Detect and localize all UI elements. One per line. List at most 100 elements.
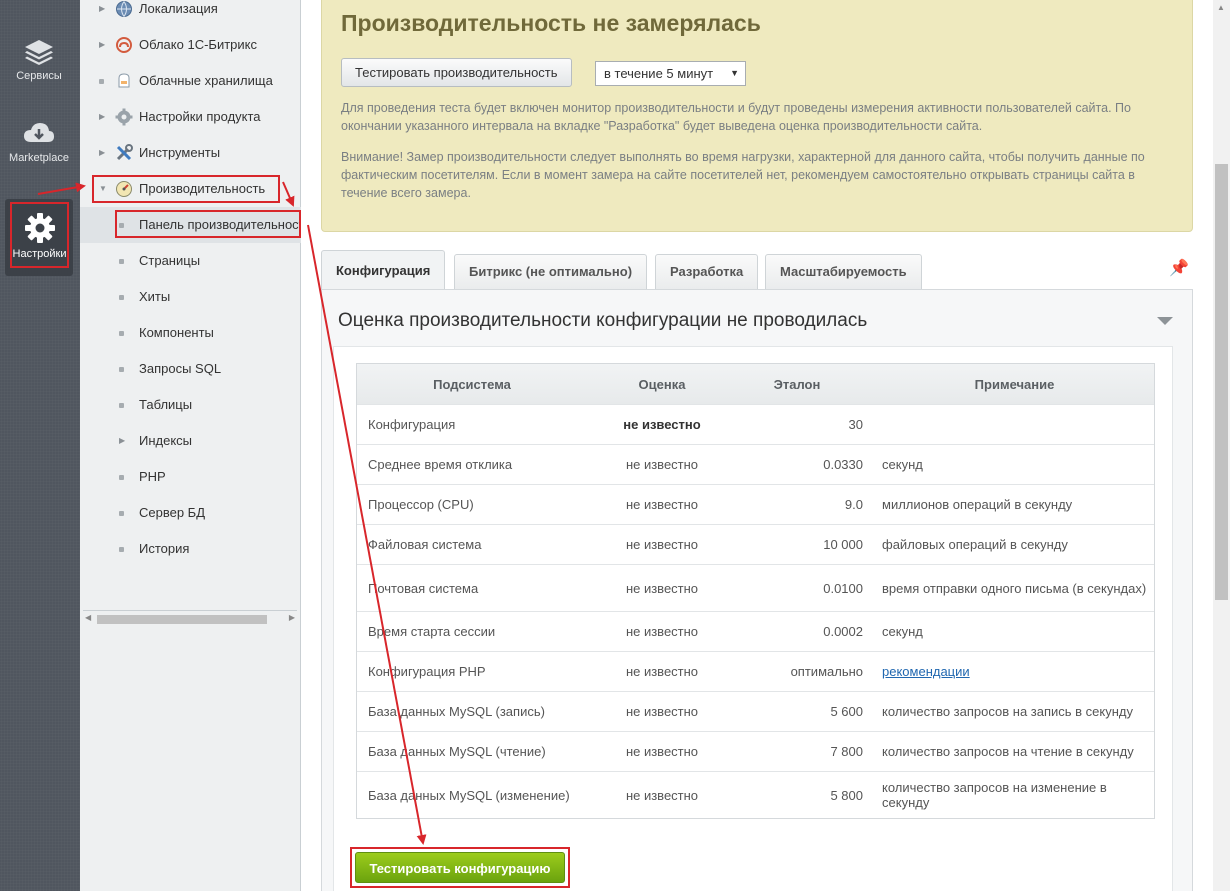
scrollbar-thumb[interactable]	[97, 615, 267, 624]
table-row: База данных MySQL (запись) не известно 5…	[357, 691, 1154, 731]
warning-text: Внимание! Замер производительности следу…	[341, 150, 1145, 200]
tab-bitrix[interactable]: Битрикс (не оптимально)	[454, 254, 648, 289]
table-row: Конфигурация не известно 30	[357, 404, 1154, 444]
menu-item-hits[interactable]: Хиты	[80, 279, 301, 315]
scroll-left-icon[interactable]: ◀	[85, 613, 91, 622]
gear-icon	[24, 213, 55, 243]
gauge-icon	[116, 181, 132, 197]
cell-note: количество запросов на запись в секунду	[882, 704, 1134, 719]
cell-subsystem: Процессор (CPU)	[368, 497, 474, 512]
results-table: Подсистема Оценка Эталон Примечание Конф…	[356, 363, 1155, 819]
cloud-icon	[116, 37, 132, 53]
cell-reference: 0.0100	[823, 580, 863, 596]
scrollbar-thumb[interactable]	[1215, 164, 1228, 600]
cell-subsystem: Конфигурация	[368, 417, 456, 432]
pin-icon[interactable]: 📌	[1169, 258, 1189, 278]
expand-arrow-icon[interactable]: ▶	[99, 27, 105, 63]
menu-horizontal-scrollbar[interactable]: ◀ ▶	[83, 610, 297, 627]
expand-arrow-icon[interactable]: ▶	[119, 423, 125, 459]
duration-select[interactable]: в течение 5 минут ▼	[595, 61, 746, 86]
tab-development[interactable]: Разработка	[655, 254, 759, 289]
menu-item-components[interactable]: Компоненты	[80, 315, 301, 351]
admin-menu: ▶ Локализация ▶ Облако 1С-Битрикс Облачн…	[80, 0, 301, 891]
tab-configuration[interactable]: Конфигурация	[321, 250, 446, 291]
rail-item-marketplace[interactable]: Marketplace	[5, 120, 73, 180]
cell-subsystem: База данных MySQL (изменение)	[368, 787, 570, 803]
table-row: База данных MySQL (изменение) не известн…	[357, 771, 1154, 818]
cell-reference: 0.0330	[823, 457, 863, 472]
table-row: Среднее время отклика не известно 0.0330…	[357, 444, 1154, 484]
cell-score: не известно	[625, 580, 699, 596]
bullet	[119, 223, 124, 228]
cell-reference: 30	[848, 417, 863, 432]
page-vertical-scrollbar[interactable]: ▲	[1213, 0, 1230, 891]
column-header: Примечание	[974, 376, 1055, 392]
test-configuration-button[interactable]: Тестировать конфигурацию	[355, 852, 565, 883]
cell-note: количество запросов на чтение в секунду	[882, 744, 1134, 759]
bullet	[119, 331, 124, 336]
menu-item-cloud-storage[interactable]: Облачные хранилища	[80, 63, 301, 99]
menu-item-tables[interactable]: Таблицы	[80, 387, 301, 423]
cell-score: не известно	[625, 664, 699, 679]
cell-score: не известно	[625, 457, 699, 472]
table-row: Процессор (CPU) не известно 9.0 миллионо…	[357, 484, 1154, 524]
cell-score: не известно	[625, 704, 699, 719]
cell-note: файловых операций в секунду	[882, 537, 1068, 552]
cell-score: не известно	[625, 497, 699, 512]
cell-subsystem: Конфигурация PHP	[368, 664, 486, 679]
main-rail: Сервисы Marketplace Настройки	[0, 0, 80, 891]
recommendations-link[interactable]: рекомендации	[882, 664, 970, 679]
expand-arrow-icon[interactable]: ▶	[99, 99, 105, 135]
table-row: Конфигурация PHP не известно оптимально …	[357, 651, 1154, 691]
menu-item-sql-queries[interactable]: Запросы SQL	[80, 351, 301, 387]
globe-icon	[116, 1, 132, 17]
menu-item-pages[interactable]: Страницы	[80, 243, 301, 279]
cell-note: секунд	[882, 624, 923, 639]
menu-item-product-settings[interactable]: ▶ Настройки продукта	[80, 99, 301, 135]
bullet	[119, 403, 124, 408]
menu-item-history[interactable]: История	[80, 531, 301, 567]
layers-icon	[25, 40, 53, 65]
rail-item-label: Настройки	[12, 248, 67, 260]
menu-item-bitrix-cloud[interactable]: ▶ Облако 1С-Битрикс	[80, 27, 301, 63]
cell-reference: 7 800	[830, 744, 863, 759]
column-header: Оценка	[638, 376, 686, 392]
cell-subsystem: База данных MySQL (чтение)	[368, 744, 546, 759]
cell-note: секунд	[882, 457, 923, 472]
panel-body: Подсистема Оценка Эталон Примечание Конф…	[333, 346, 1173, 891]
expand-arrow-icon[interactable]: ▶	[99, 0, 105, 27]
cell-subsystem: Файловая система	[368, 537, 482, 552]
bullet	[119, 259, 124, 264]
test-performance-button[interactable]: Тестировать производительность	[341, 58, 572, 87]
menu-item-indexes[interactable]: ▶ Индексы	[80, 423, 301, 459]
collapse-arrow-icon[interactable]	[1157, 317, 1173, 325]
bullet	[119, 295, 124, 300]
expand-arrow-icon[interactable]: ▶	[99, 135, 105, 171]
cell-score: не известно	[625, 744, 699, 759]
collapse-arrow-icon[interactable]: ▼	[99, 171, 107, 207]
menu-item-localization[interactable]: ▶ Локализация	[80, 0, 301, 27]
cell-subsystem: Среднее время отклика	[368, 457, 513, 472]
panel-title: Оценка производительности конфигурации н…	[338, 310, 868, 331]
menu-item-performance[interactable]: ▼ Производительность	[80, 171, 301, 207]
cell-reference: оптимально	[790, 664, 863, 679]
cell-score: не известно	[623, 417, 701, 432]
rail-item-settings[interactable]: Настройки	[5, 199, 73, 276]
menu-item-db-server[interactable]: Сервер БД	[80, 495, 301, 531]
bullet	[119, 475, 124, 480]
table-row: Почтовая система не известно 0.0100 врем…	[357, 564, 1154, 611]
cell-reference: 5 800	[830, 787, 863, 803]
scroll-right-icon[interactable]: ▶	[289, 613, 295, 622]
menu-item-tools[interactable]: ▶ Инструменты	[80, 135, 301, 171]
bullet	[119, 511, 124, 516]
tab-scalability[interactable]: Масштабируемость	[765, 254, 922, 289]
menu-item-php[interactable]: PHP	[80, 459, 301, 495]
cell-subsystem: Почтовая система	[368, 580, 479, 596]
info-text: Для проведения теста будет включен монит…	[341, 101, 1131, 133]
cloud-download-icon	[24, 123, 54, 142]
column-header: Эталон	[773, 376, 821, 392]
rail-item-label: Marketplace	[9, 152, 69, 164]
rail-item-services[interactable]: Сервисы	[5, 38, 73, 98]
menu-item-performance-panel[interactable]: Панель производительности	[80, 207, 301, 243]
scroll-up-icon[interactable]: ▲	[1217, 3, 1225, 12]
